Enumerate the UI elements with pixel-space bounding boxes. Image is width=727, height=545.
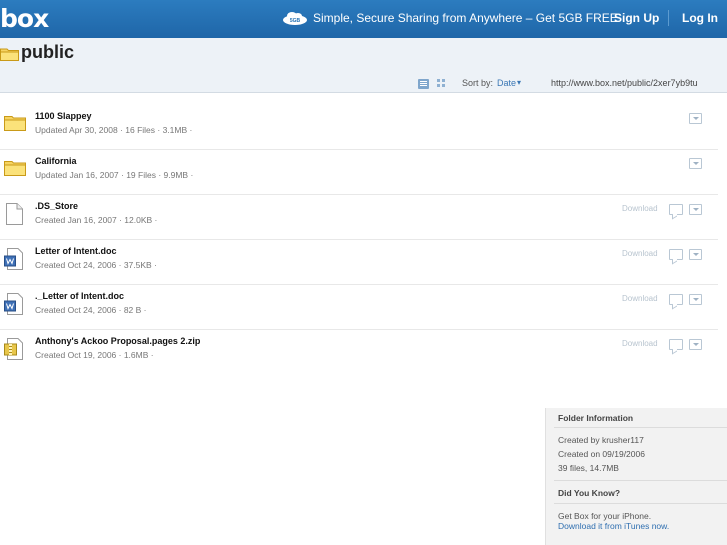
zip-file-icon [4, 338, 23, 360]
item-menu-icon[interactable] [689, 113, 702, 124]
item-menu-icon[interactable] [689, 339, 702, 350]
file-meta: Created Oct 24, 2006 · 82 B · [35, 305, 147, 315]
file-name[interactable]: Anthony's Ackoo Proposal.pages 2.zip [35, 336, 200, 346]
list-item[interactable]: Letter of Intent.doc Created Oct 24, 200… [0, 239, 718, 285]
list-item[interactable]: .DS_Store Created Jan 16, 2007 · 12.0KB … [0, 194, 718, 240]
download-link[interactable]: Download [622, 204, 658, 213]
file-icon [6, 203, 23, 225]
list-item[interactable]: ._Letter of Intent.doc Created Oct 24, 2… [0, 284, 718, 330]
sign-up-link[interactable]: Sign Up [614, 11, 659, 25]
log-in-link[interactable]: Log In [682, 11, 718, 25]
did-you-know-heading: Did You Know? [558, 488, 621, 498]
itunes-download-link[interactable]: Download it from iTunes now. [558, 521, 669, 531]
comment-icon[interactable] [669, 249, 683, 260]
folder-summary: 39 files, 14.7MB [558, 463, 619, 473]
file-name[interactable]: California [35, 156, 77, 166]
created-by: Created by krusher117 [558, 435, 644, 445]
list-item[interactable]: 1100 Slappey Updated Apr 30, 2008 · 16 F… [0, 104, 718, 150]
sort-dropdown[interactable]: Date [497, 78, 516, 88]
svg-text:5GB: 5GB [290, 18, 301, 24]
doc-file-icon [4, 248, 23, 270]
file-meta: Updated Apr 30, 2008 · 16 Files · 3.1MB … [35, 125, 193, 135]
download-link[interactable]: Download [622, 339, 658, 348]
comment-icon[interactable] [669, 204, 683, 215]
item-menu-icon[interactable] [689, 204, 702, 215]
grid-view-icon[interactable] [437, 79, 446, 88]
list-item[interactable]: Anthony's Ackoo Proposal.pages 2.zip Cre… [0, 329, 718, 374]
divider [554, 503, 727, 504]
folder-icon [4, 161, 26, 176]
item-menu-icon[interactable] [689, 158, 702, 169]
tip-text: Get Box for your iPhone. [558, 511, 652, 521]
file-name[interactable]: .DS_Store [35, 201, 78, 211]
item-menu-icon[interactable] [689, 294, 702, 305]
promo-text[interactable]: Simple, Secure Sharing from Anywhere – G… [313, 11, 618, 25]
top-bar: box 5GB Simple, Secure Sharing from Anyw… [0, 0, 727, 38]
page-title: public [21, 42, 74, 62]
file-name[interactable]: 1100 Slappey [35, 111, 92, 121]
comment-icon[interactable] [669, 294, 683, 305]
file-name[interactable]: Letter of Intent.doc [35, 246, 117, 256]
list-item[interactable]: California Updated Jan 16, 2007 · 19 Fil… [0, 149, 718, 195]
box-logo[interactable]: box [0, 4, 49, 33]
chevron-down-icon[interactable]: ▾ [517, 78, 521, 87]
created-on: Created on 09/19/2006 [558, 449, 645, 459]
folder-info-heading: Folder Information [558, 413, 634, 423]
sort-label: Sort by: [462, 78, 494, 88]
comment-icon[interactable] [669, 339, 683, 350]
folder-info-panel: Folder Information Created by krusher117… [545, 408, 727, 545]
divider [554, 427, 727, 428]
download-link[interactable]: Download [622, 294, 658, 303]
item-menu-icon[interactable] [689, 249, 702, 260]
list-view-icon[interactable] [418, 79, 429, 89]
divider [554, 480, 727, 481]
file-meta: Created Oct 24, 2006 · 37.5KB · [35, 260, 157, 270]
doc-file-icon [4, 293, 23, 315]
folder-icon [0, 48, 19, 61]
folder-icon [4, 116, 26, 131]
file-meta: Created Oct 19, 2006 · 1.6MB · [35, 350, 154, 360]
share-url[interactable]: http://www.box.net/public/2xer7yb9tu [551, 78, 698, 88]
cloud-5gb-icon: 5GB [283, 12, 307, 25]
file-name[interactable]: ._Letter of Intent.doc [35, 291, 124, 301]
download-link[interactable]: Download [622, 249, 658, 258]
file-meta: Created Jan 16, 2007 · 12.0KB · [35, 215, 158, 225]
folder-header: public Sort by: Date ▾ http://www.box.ne… [0, 38, 727, 93]
file-meta: Updated Jan 16, 2007 · 19 Files · 9.9MB … [35, 170, 194, 180]
nav-divider [668, 10, 669, 26]
